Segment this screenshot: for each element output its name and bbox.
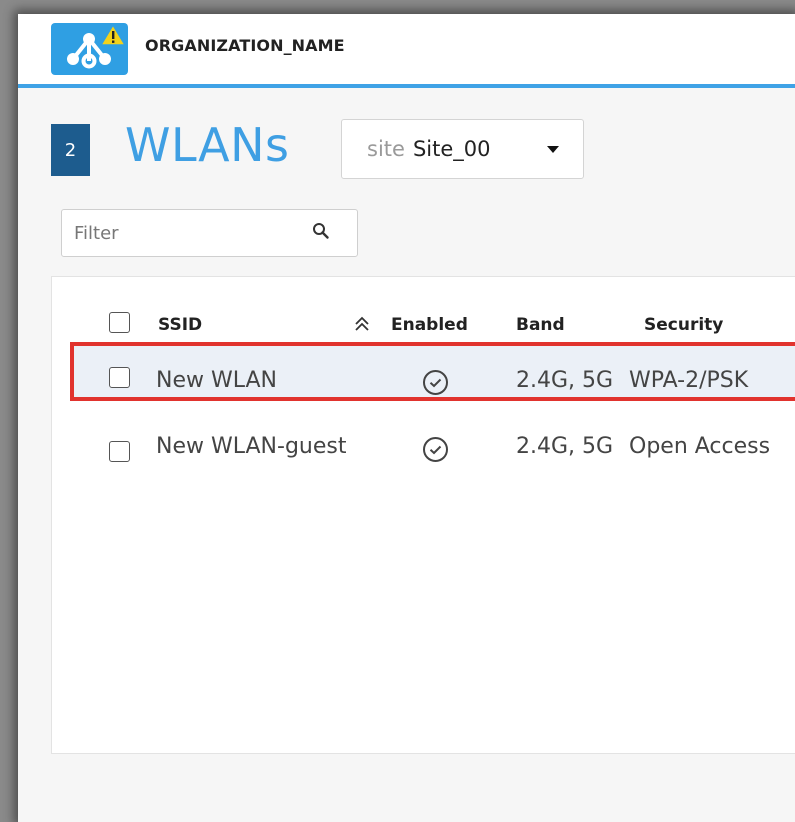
sort-up-icon[interactable] [354,316,370,332]
site-selector-value: Site_00 [412,137,491,161]
row-security: Open Access [629,434,771,459]
column-header-enabled[interactable]: Enabled [391,315,468,335]
column-header-band[interactable]: Band [516,315,565,335]
filter-box[interactable] [61,209,358,257]
search-icon[interactable] [312,222,330,240]
select-all-checkbox[interactable] [109,312,130,333]
row-checkbox[interactable] [109,367,130,388]
check-circle-icon [423,437,448,462]
page-title: WLANs [125,118,290,172]
wlan-count-badge: 2 [51,124,90,176]
row-band: 2.4G, 5G [516,368,614,393]
top-bar: ORGANIZATION_NAME [18,14,795,88]
column-header-security[interactable]: Security [644,315,723,335]
network-warning-logo-icon[interactable] [51,23,128,75]
row-band: 2.4G, 5G [516,434,614,459]
caret-down-icon [547,146,559,153]
organization-name[interactable]: ORGANIZATION_NAME [145,36,345,55]
check-circle-icon [423,370,448,395]
column-header-ssid[interactable]: SSID [158,315,202,335]
app-window: ORGANIZATION_NAME 2 WLANs site Site_00 S… [18,14,795,822]
row-security: WPA-2/PSK [629,368,749,393]
filter-input[interactable] [74,220,304,246]
row-ssid[interactable]: New WLAN [156,368,277,393]
site-selector-dropdown[interactable]: site Site_00 [341,119,584,179]
site-selector-label: site [367,137,405,161]
row-checkbox[interactable] [109,441,130,462]
row-ssid[interactable]: New WLAN-guest [156,434,346,459]
